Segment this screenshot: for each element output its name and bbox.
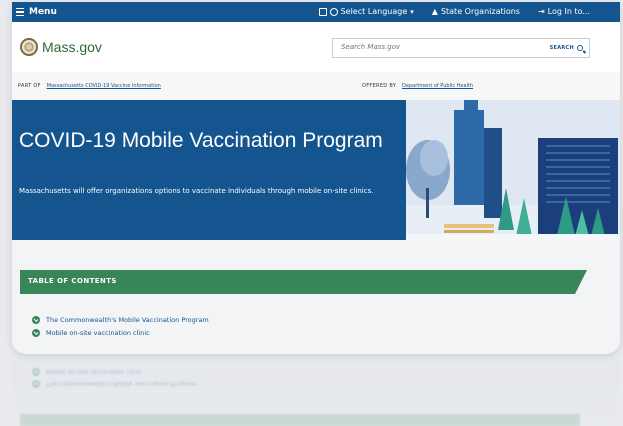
toc-item-label: The Commonwealth's Mobile Vaccination Pr…	[46, 316, 209, 324]
reflection-item: Mobile on-site vaccination clinic	[32, 368, 142, 376]
check-circle-icon	[32, 380, 40, 388]
toc-item[interactable]: The Commonwealth's Mobile Vaccination Pr…	[32, 316, 209, 324]
menu-label: Menu	[29, 7, 57, 17]
mass-gov-logo[interactable]: Mass.gov	[20, 38, 102, 56]
utility-bar: Menu Select Language ▾ ▲ State Organizat…	[12, 2, 620, 22]
state-organizations-label: State Organizations	[440, 7, 520, 16]
reflection-label: Mobile on-site vaccination clinic	[46, 368, 142, 376]
reflection-label: The Commonwealth's Mobile Vaccination Pr…	[46, 380, 197, 388]
login-icon: ⇥	[537, 7, 545, 16]
hero-banner: COVID-19 Mobile Vaccination Program Mass…	[12, 100, 620, 240]
building-icon: ▲	[431, 7, 438, 16]
search-input[interactable]	[341, 43, 521, 51]
login-label: Log In to...	[547, 7, 590, 16]
check-circle-icon	[32, 316, 40, 324]
state-seal-icon	[20, 38, 38, 56]
city-illustration	[406, 100, 620, 240]
chevron-down-icon: ▾	[410, 7, 414, 16]
state-organizations-link[interactable]: ▲ State Organizations	[432, 7, 520, 16]
offered-by: OFFERED BY Department of Public Health	[362, 83, 473, 89]
organization-strip: PART OF Massachusetts COVID-19 Vaccine I…	[12, 72, 620, 100]
reflection-item: The Commonwealth's Mobile Vaccination Pr…	[32, 380, 196, 388]
toc-item-label: Mobile on-site vaccination clinic	[46, 329, 150, 337]
menu-button[interactable]: Menu	[16, 7, 57, 17]
language-selector[interactable]: Select Language ▾	[318, 7, 414, 16]
language-label: Select Language	[340, 7, 408, 16]
part-of-link[interactable]: Massachusetts COVID-19 Vaccine Informati…	[47, 83, 161, 89]
offered-by-label: OFFERED BY	[362, 83, 397, 89]
browser-page: Menu Select Language ▾ ▲ State Organizat…	[12, 2, 620, 354]
part-of: PART OF Massachusetts COVID-19 Vaccine I…	[18, 83, 161, 89]
toc-item[interactable]: Mobile on-site vaccination clinic	[32, 329, 209, 337]
translate-icon	[318, 7, 327, 16]
page-title: COVID-19 Mobile Vaccination Program	[19, 129, 383, 152]
site-header: Mass.gov SEARCH	[12, 22, 620, 72]
check-circle-icon	[32, 329, 40, 337]
search-icon	[577, 45, 583, 51]
hamburger-icon	[16, 8, 24, 16]
page-description: Massachusetts will offer organizations o…	[19, 187, 374, 195]
globe-icon	[329, 7, 338, 16]
offered-by-link[interactable]: Department of Public Health	[402, 83, 473, 89]
toc-list: The Commonwealth's Mobile Vaccination Pr…	[32, 316, 209, 342]
page-reflection: Mobile on-site vaccination clinic The Co…	[12, 358, 620, 426]
check-circle-icon	[32, 368, 40, 376]
search-button[interactable]: SEARCH	[546, 41, 587, 55]
search-box: SEARCH	[332, 38, 590, 58]
toc-heading: TABLE OF CONTENTS	[28, 277, 117, 285]
reflection-banner	[20, 414, 580, 426]
login-link[interactable]: ⇥ Log In to...	[538, 7, 590, 16]
search-button-label: SEARCH	[549, 45, 574, 51]
logo-text: Mass.gov	[42, 39, 102, 55]
utility-nav: Select Language ▾ ▲ State Organizations …	[318, 7, 590, 16]
part-of-label: PART OF	[18, 83, 41, 89]
